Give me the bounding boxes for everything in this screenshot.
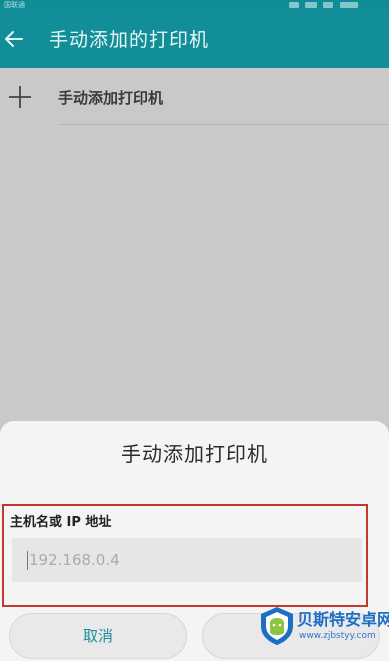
watermark-url: www.zjbstyy.com [299,631,376,641]
back-arrow-icon[interactable] [2,27,26,51]
page-title: 手动添加的打印机 [49,29,210,51]
plus-icon [9,86,31,108]
watermark-name: 贝斯特安卓网 [297,610,389,629]
text-cursor [27,551,28,570]
add-printer-item[interactable]: 手动添加打印机 [0,69,389,123]
app-bar: 手动添加的打印机 [0,10,389,68]
cancel-button[interactable]: 取消 [9,613,187,659]
alarm-icon [289,2,299,8]
signal-icon [323,2,334,8]
add-printer-label: 手动添加打印机 [58,89,164,107]
host-ip-label: 主机名或 IP 地址 [10,515,112,530]
status-bar: 国联通 [0,0,389,10]
status-icons [289,1,381,8]
shield-logo-icon [261,607,293,645]
watermark: 贝斯特安卓网 www.zjbstyy.com [259,606,389,650]
wifi-icon [305,2,318,8]
dialog-title: 手动添加打印机 [121,442,268,466]
divider [58,124,389,125]
battery-icon [339,2,358,8]
host-ip-input[interactable] [12,538,362,582]
carrier-label: 国联通 [4,1,25,9]
